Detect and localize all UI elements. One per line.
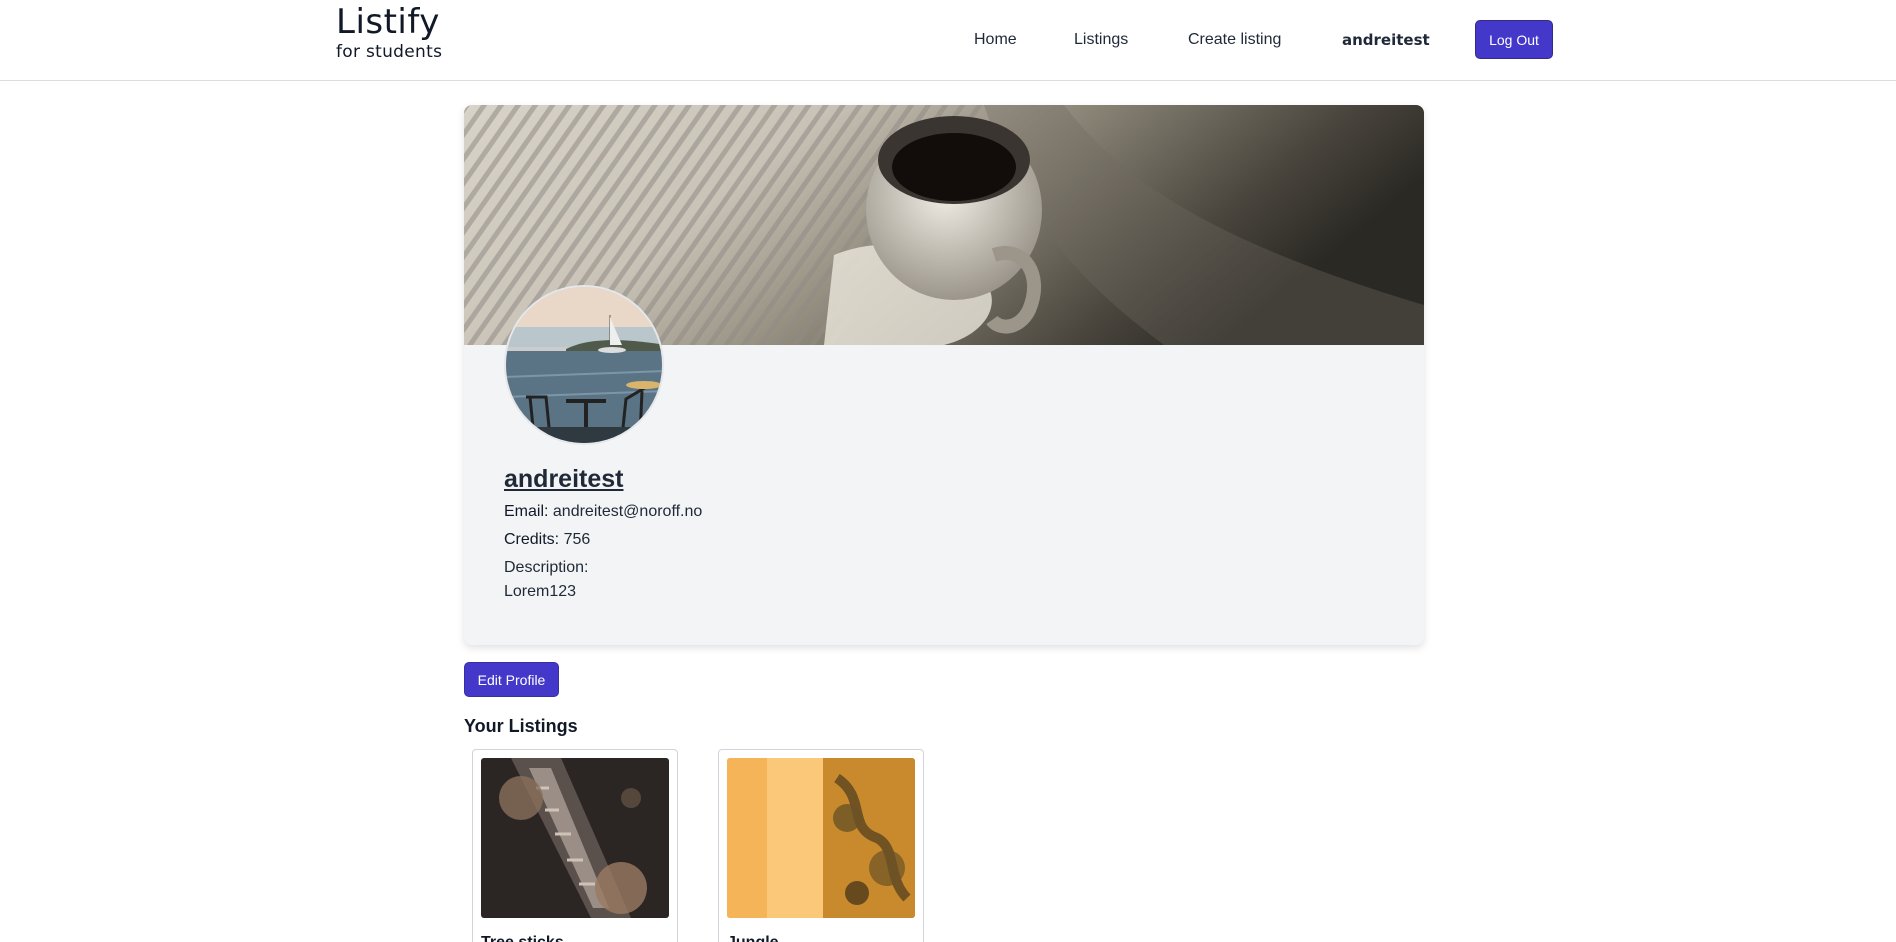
nav-link-profile[interactable]: andreitest bbox=[1342, 31, 1430, 49]
logo[interactable]: Listify for students bbox=[336, 2, 442, 61]
listing-image bbox=[481, 758, 669, 918]
logo-title: Listify bbox=[336, 2, 440, 42]
listing-title[interactable]: Tree sticks bbox=[481, 934, 564, 942]
listing-card[interactable]: Tree sticks bbox=[472, 749, 678, 942]
listing-card[interactable]: Jungle bbox=[718, 749, 924, 942]
listing-title[interactable]: Jungle bbox=[727, 934, 779, 942]
nav-link-listings[interactable]: Listings bbox=[1074, 31, 1128, 49]
nav-link-home[interactable]: Home bbox=[974, 31, 1017, 49]
your-listings-heading: Your Listings bbox=[464, 716, 578, 736]
profile-email: Email: andreitest@noroff.no bbox=[504, 503, 702, 521]
credits-value: 756 bbox=[563, 531, 591, 548]
site-header: Listify for students Home Listings Creat… bbox=[0, 0, 1896, 81]
credits-label: Credits: bbox=[504, 531, 560, 548]
nav-link-create-listing[interactable]: Create listing bbox=[1188, 31, 1281, 49]
profile-name[interactable]: andreitest bbox=[504, 465, 623, 494]
email-label: Email: bbox=[504, 503, 549, 520]
edit-profile-button[interactable]: Edit Profile bbox=[464, 662, 559, 697]
logout-button[interactable]: Log Out bbox=[1475, 20, 1553, 59]
profile-credits: Credits: 756 bbox=[504, 531, 590, 549]
email-value: andreitest@noroff.no bbox=[552, 503, 703, 520]
description-label: Description: bbox=[504, 559, 589, 576]
listing-image bbox=[727, 758, 915, 918]
description-value: Lorem123 bbox=[504, 583, 577, 600]
logo-subtitle: for students bbox=[336, 42, 443, 62]
profile-avatar bbox=[504, 285, 664, 445]
profile-card: andreitest Email: andreitest@noroff.no C… bbox=[464, 105, 1424, 645]
